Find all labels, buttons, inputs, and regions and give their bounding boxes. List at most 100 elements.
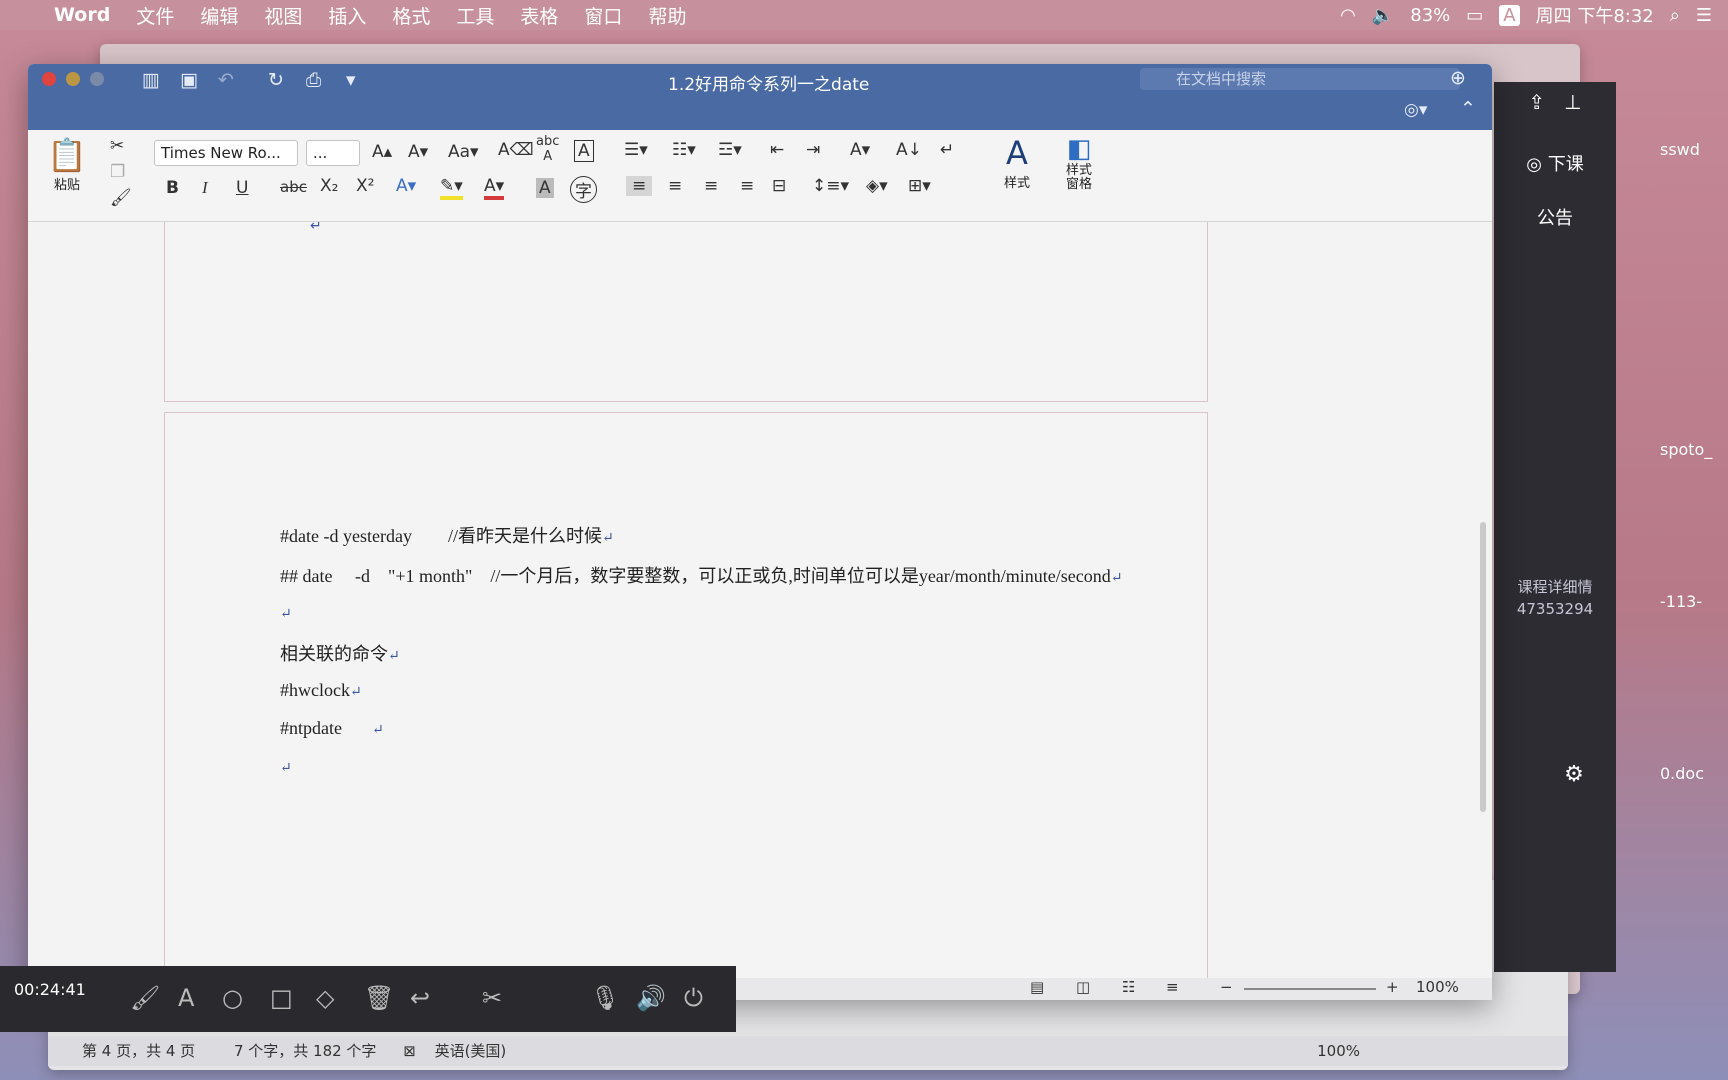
course-detail-label[interactable]: 课程详细情: [1494, 576, 1616, 597]
show-marks-icon[interactable]: ↵: [940, 140, 954, 160]
brush-icon[interactable]: 🖌: [130, 984, 160, 1012]
speaker-icon[interactable]: 🔊: [636, 984, 666, 1012]
print-layout-icon[interactable]: ▤: [1030, 978, 1044, 996]
print-icon[interactable]: ⎙: [306, 69, 321, 91]
menu-file[interactable]: 文件: [136, 2, 174, 29]
trash-icon[interactable]: 🗑: [364, 984, 394, 1012]
underline-button[interactable]: U: [236, 178, 248, 198]
asian-layout-icon[interactable]: A▾: [850, 140, 870, 160]
cut-icon[interactable]: ✂: [110, 136, 124, 156]
text-effects-icon[interactable]: A▾: [396, 176, 416, 196]
menu-table[interactable]: 表格: [520, 2, 558, 29]
distributed-icon[interactable]: ⊟: [772, 176, 786, 196]
volume-icon[interactable]: 🔈: [1372, 5, 1394, 26]
font-name-select[interactable]: Times New Ro...: [154, 140, 298, 166]
decrease-indent-icon[interactable]: ⇤: [770, 140, 784, 160]
proofing-icon[interactable]: ⊠: [403, 1042, 416, 1060]
sidebar-icon[interactable]: ▥: [142, 69, 160, 91]
italic-button[interactable]: I: [202, 178, 208, 198]
styles-button[interactable]: A 样式: [992, 134, 1042, 191]
doc-line[interactable]: #date -d yesterday //看昨天是什么时候↵: [280, 522, 614, 548]
line-spacing-icon[interactable]: ↕≡▾: [812, 176, 849, 196]
circle-tool-icon[interactable]: ○: [222, 984, 243, 1012]
bullets-icon[interactable]: ☰▾: [624, 140, 648, 160]
doc-line[interactable]: ## date -d "+1 month" //一个月后，数字要整数，可以正或负…: [280, 562, 1123, 588]
menubar-clock[interactable]: 周四 下午8:32: [1536, 2, 1654, 28]
shrink-font-icon[interactable]: A▾: [408, 142, 428, 162]
font-size-select[interactable]: ...: [306, 140, 360, 166]
doc-line[interactable]: ↵: [280, 602, 292, 623]
zoom-slider[interactable]: [1244, 988, 1376, 990]
undo-annotation-icon[interactable]: ↩: [410, 984, 430, 1012]
copy-icon[interactable]: ❐: [110, 162, 125, 182]
search-icon[interactable]: ⌕: [1670, 5, 1680, 26]
align-left-icon[interactable]: ≡: [626, 176, 653, 196]
app-menu[interactable]: Word: [54, 4, 110, 26]
format-painter-icon[interactable]: 🖌: [110, 188, 132, 208]
enclose-char-icon[interactable]: 字: [570, 176, 597, 203]
wifi-icon[interactable]: ◠: [1340, 5, 1356, 26]
draft-icon[interactable]: ≡: [1166, 978, 1179, 996]
phonetic-icon[interactable]: abc A: [536, 134, 559, 164]
increase-indent-icon[interactable]: ⇥: [806, 140, 820, 160]
menu-view[interactable]: 视图: [264, 2, 302, 29]
text-tool-icon[interactable]: A: [178, 984, 194, 1012]
input-method[interactable]: A: [1499, 4, 1520, 26]
bold-button[interactable]: B: [166, 178, 179, 198]
superscript-button[interactable]: X²: [356, 176, 374, 196]
zoom-level[interactable]: 100%: [1416, 978, 1459, 996]
search-input[interactable]: 在文档中搜索: [1140, 68, 1460, 90]
menu-format[interactable]: 格式: [392, 2, 430, 29]
numbering-icon[interactable]: ☷▾: [672, 140, 696, 160]
close-button[interactable]: [42, 72, 56, 86]
battery-icon[interactable]: ▭: [1466, 5, 1483, 26]
paste-button[interactable]: 📋 粘贴: [42, 136, 92, 193]
styles-pane-button[interactable]: ◧ 样式 窗格: [1054, 134, 1104, 192]
customize-toolbar-icon[interactable]: ▾: [346, 69, 356, 91]
multilevel-list-icon[interactable]: ☲▾: [718, 140, 742, 160]
shading-icon[interactable]: ◈▾: [866, 176, 888, 196]
notice-button[interactable]: 公告: [1494, 204, 1616, 230]
battery-percent[interactable]: 83%: [1410, 5, 1450, 26]
char-border-icon[interactable]: A: [574, 140, 594, 162]
redo-icon[interactable]: ↻: [268, 69, 284, 91]
save-icon[interactable]: ▣: [180, 69, 198, 91]
zoom-level-bg[interactable]: 100%: [1317, 1036, 1360, 1066]
menu-edit[interactable]: 编辑: [200, 2, 238, 29]
char-shading-icon[interactable]: A: [536, 178, 554, 198]
change-case-icon[interactable]: Aa▾: [448, 142, 479, 162]
menu-help[interactable]: 帮助: [648, 2, 686, 29]
highlight-icon[interactable]: ✎▾: [440, 176, 463, 200]
settings-icon[interactable]: ⚙: [1534, 762, 1614, 787]
zoom-in-icon[interactable]: +: [1386, 978, 1399, 996]
web-layout-icon[interactable]: ◫: [1076, 978, 1090, 996]
font-color-icon[interactable]: A▾: [484, 176, 505, 200]
align-center-icon[interactable]: ≡: [668, 176, 682, 196]
strikethrough-button[interactable]: abc: [280, 178, 307, 196]
grow-font-icon[interactable]: A▴: [372, 142, 392, 162]
collapse-ribbon-icon[interactable]: ⌃: [1460, 98, 1476, 120]
menu-insert[interactable]: 插入: [328, 2, 366, 29]
justify-icon[interactable]: ≡: [740, 176, 754, 196]
language[interactable]: 英语(美国): [435, 1042, 507, 1060]
scissors-icon[interactable]: ✂: [482, 984, 502, 1012]
align-right-icon[interactable]: ≡: [704, 176, 718, 196]
power-icon[interactable]: ⏻: [684, 984, 703, 1012]
subscript-button[interactable]: X₂: [320, 176, 338, 196]
menu-window[interactable]: 窗口: [584, 2, 622, 29]
borders-icon[interactable]: ⊞▾: [908, 176, 931, 196]
menu-tools[interactable]: 工具: [456, 2, 494, 29]
vertical-scrollbar[interactable]: [1480, 522, 1486, 812]
undo-icon[interactable]: ↶: [218, 69, 234, 91]
share-person-icon[interactable]: ⊕: [1450, 67, 1466, 89]
zoom-button[interactable]: [90, 72, 104, 86]
doc-line[interactable]: 相关联的命令↵: [280, 640, 400, 666]
word-count[interactable]: 7 个字，共 182 个字: [234, 1042, 376, 1060]
outline-icon[interactable]: ☷: [1122, 978, 1135, 996]
rect-tool-icon[interactable]: □: [270, 984, 293, 1012]
microphone-icon[interactable]: 🎙: [590, 984, 620, 1012]
clear-format-icon[interactable]: A⌫: [498, 140, 534, 160]
page-count[interactable]: 第 4 页，共 4 页: [82, 1042, 195, 1060]
doc-line[interactable]: #hwclock↵: [280, 680, 362, 701]
doc-line[interactable]: ↵: [280, 756, 292, 777]
